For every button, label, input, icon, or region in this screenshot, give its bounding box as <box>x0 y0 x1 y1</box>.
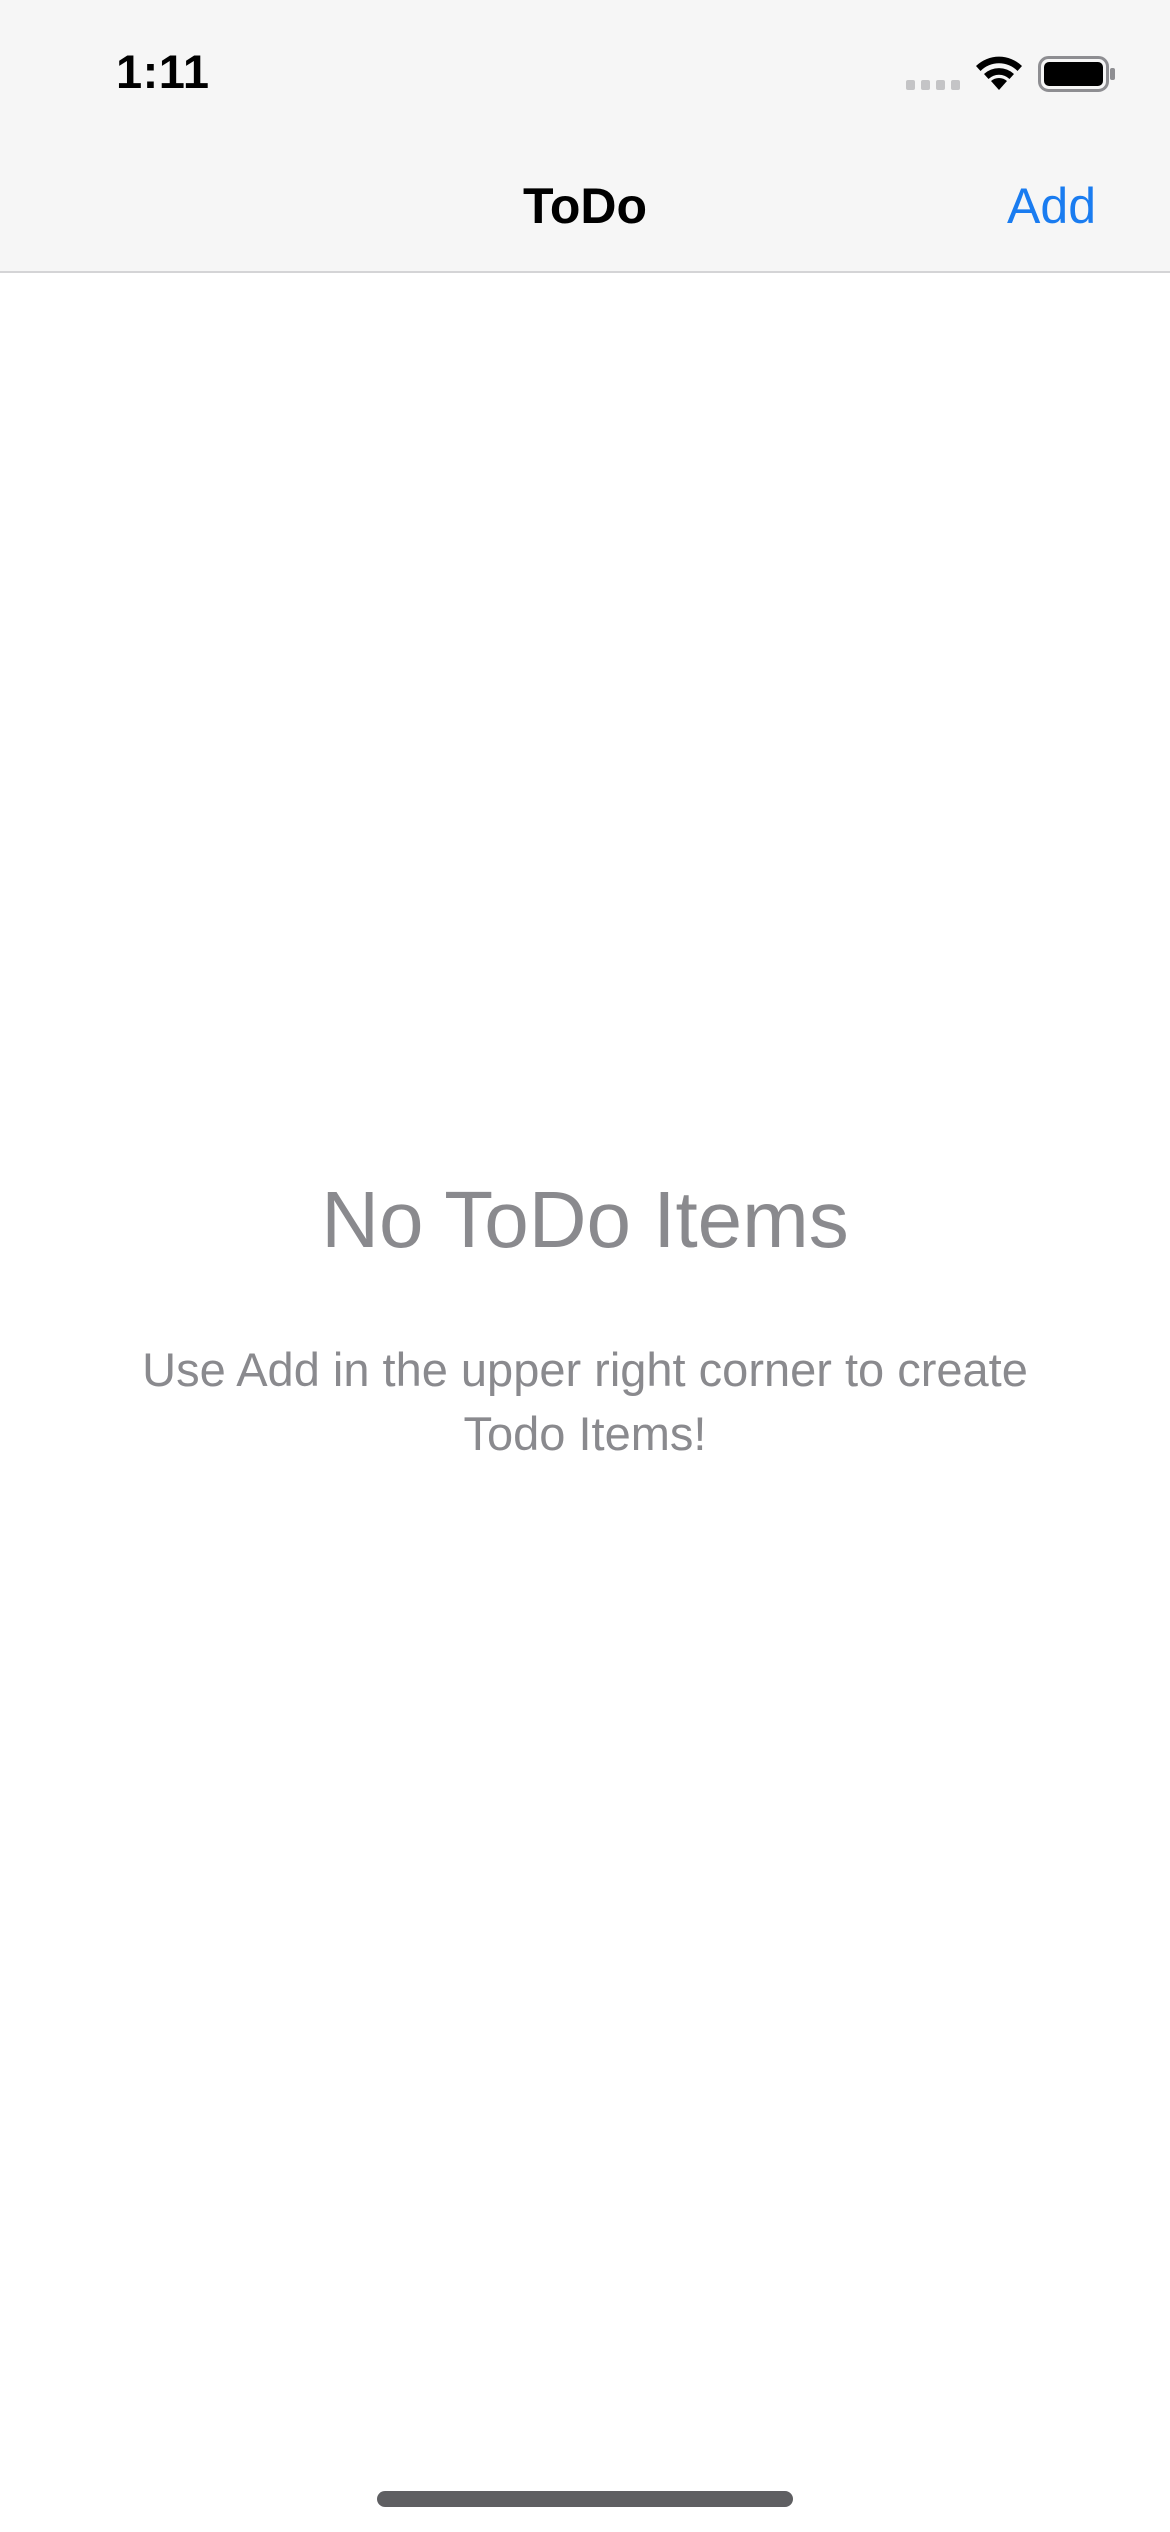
todo-screen: 1:11 ToDo Add No ToDo Items Use Add in t… <box>0 0 1170 2532</box>
status-time: 1:11 <box>116 45 210 98</box>
empty-state: No ToDo Items Use Add in the upper right… <box>60 1176 1110 1466</box>
navigation-bar: ToDo Add <box>0 141 1170 271</box>
add-button[interactable]: Add <box>1007 177 1096 235</box>
wifi-icon <box>976 56 1022 90</box>
status-bar: 1:11 <box>0 0 1170 141</box>
signal-icon <box>906 80 960 90</box>
home-indicator[interactable] <box>377 2491 793 2507</box>
empty-state-message: Use Add in the upper right corner to cre… <box>142 1343 1028 1460</box>
battery-icon <box>1038 56 1115 92</box>
empty-state-title: No ToDo Items <box>321 1175 849 1264</box>
nav-title: ToDo <box>522 178 648 234</box>
top-chrome: 1:11 ToDo Add <box>0 0 1170 273</box>
